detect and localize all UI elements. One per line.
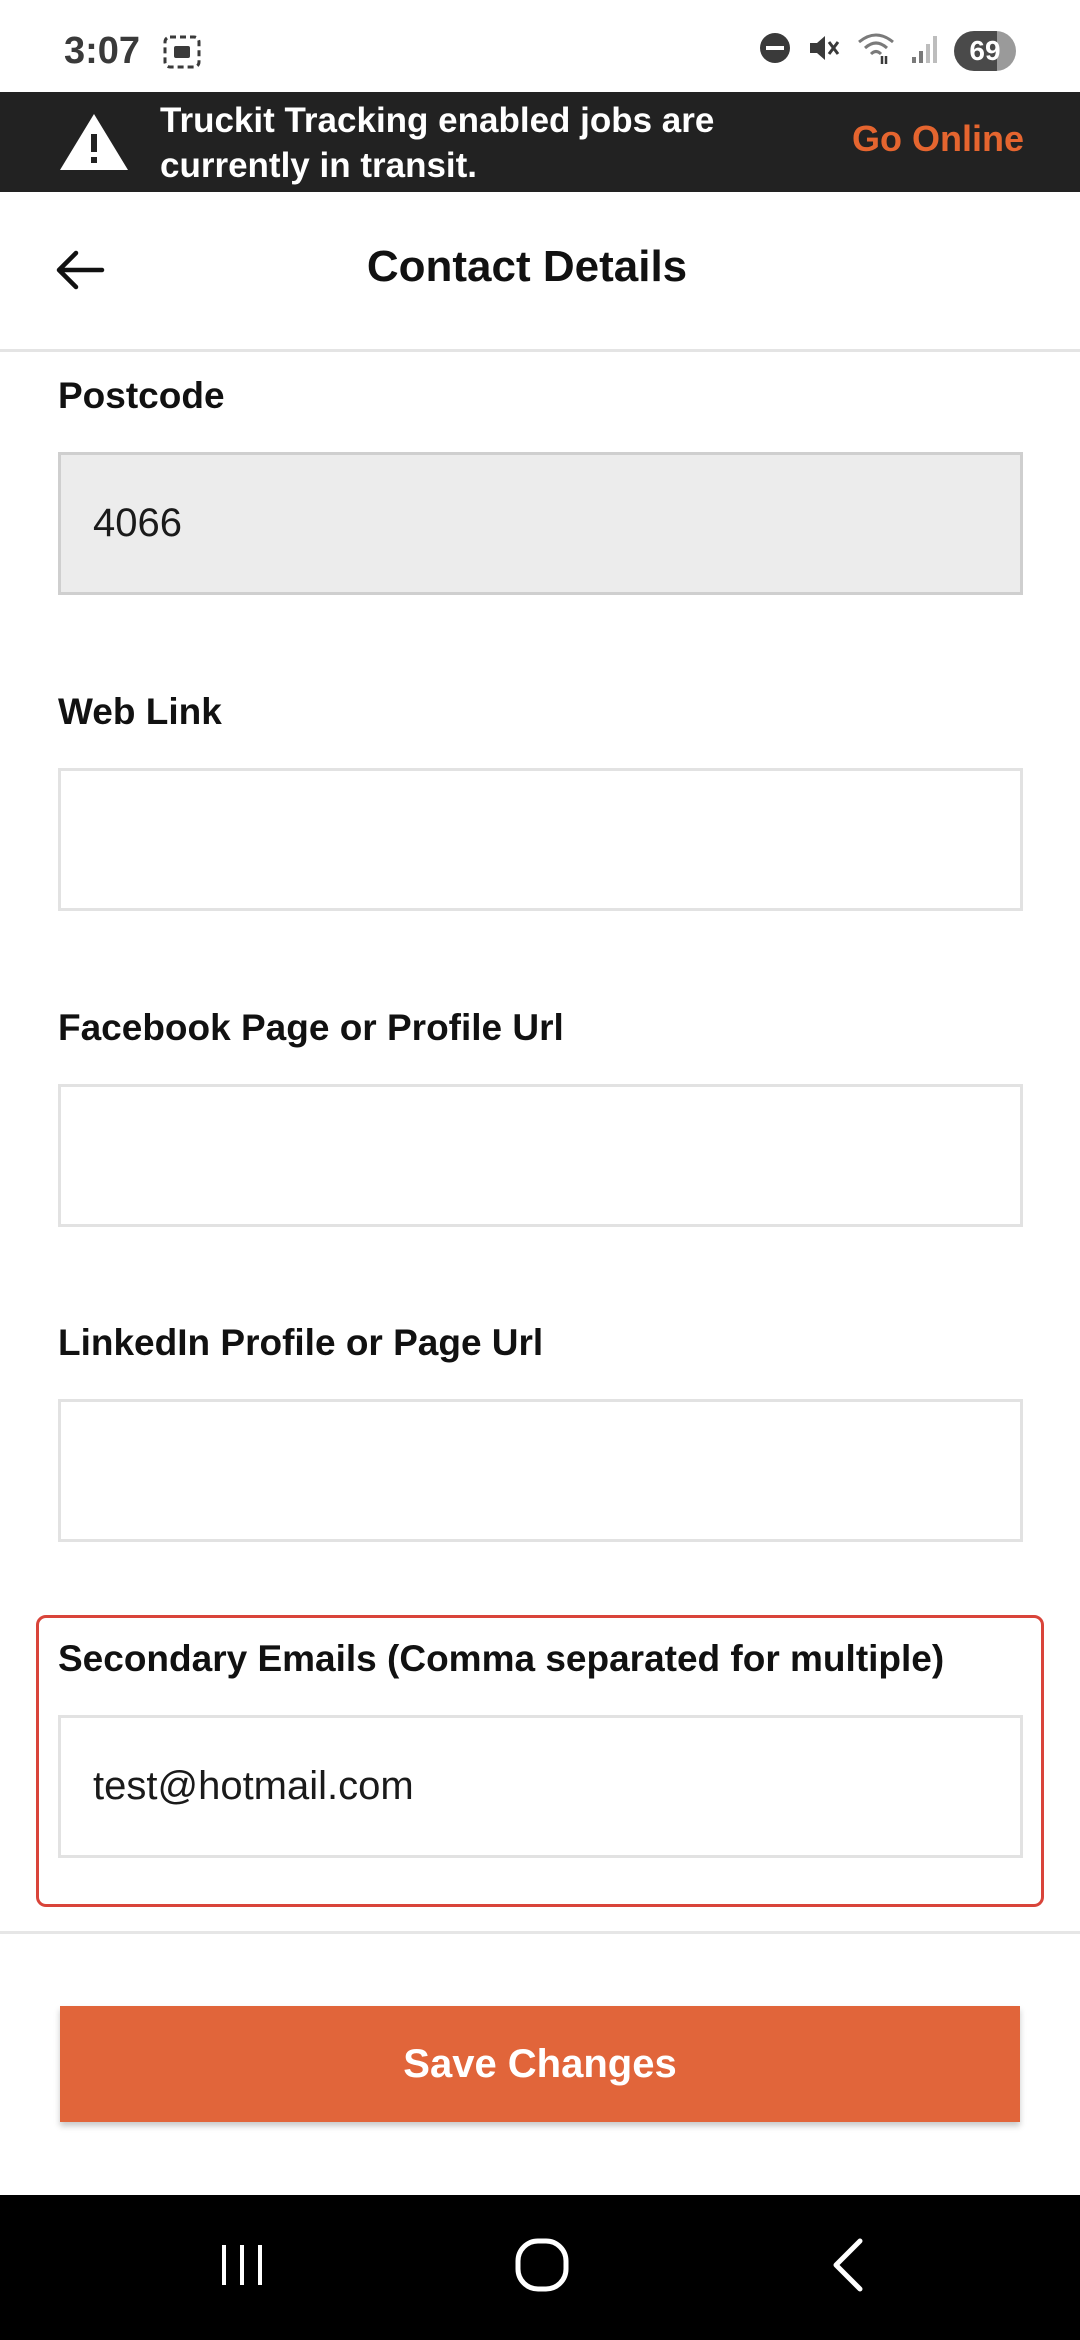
- postcode-label: Postcode: [58, 375, 225, 416]
- web-link-label: Web Link: [58, 691, 222, 732]
- web-link-field[interactable]: [58, 768, 1023, 911]
- home-icon[interactable]: [510, 2235, 574, 2300]
- facebook-url-field[interactable]: [58, 1084, 1023, 1227]
- linkedin-url-field[interactable]: [58, 1399, 1023, 1542]
- page-title: Contact Details: [366, 242, 688, 291]
- go-online-button[interactable]: Go Online: [852, 118, 1024, 160]
- secondary-emails-label: Secondary Emails (Comma separated for mu…: [58, 1638, 945, 1679]
- system-nav-bar: [0, 2195, 1080, 2340]
- save-changes-button[interactable]: Save Changes: [60, 2006, 1020, 2122]
- facebook-url-label: Facebook Page or Profile Url: [58, 1007, 564, 1048]
- status-icons: 69: [758, 30, 1016, 71]
- signal-icon: [910, 31, 940, 70]
- banner-message: Truckit Tracking enabled jobs are curren…: [160, 101, 715, 185]
- battery-indicator: 69: [954, 30, 1016, 71]
- footer-divider: [0, 1931, 1080, 1934]
- back-icon[interactable]: [820, 2235, 880, 2300]
- status-time: 3:07: [64, 30, 141, 72]
- wifi-icon: [856, 30, 896, 71]
- app-header: Contact Details: [0, 192, 1080, 352]
- postcode-field: [58, 452, 1023, 595]
- status-bar: 3:07 69: [0, 0, 1080, 92]
- mute-icon: [806, 30, 842, 71]
- linkedin-url-label: LinkedIn Profile or Page Url: [58, 1322, 544, 1363]
- tracking-banner: Truckit Tracking enabled jobs are curren…: [0, 92, 1080, 192]
- warning-icon: [58, 110, 130, 179]
- screenshot-icon: [162, 32, 202, 77]
- recent-apps-icon[interactable]: [212, 2235, 272, 2300]
- secondary-emails-field[interactable]: [58, 1715, 1023, 1858]
- dnd-icon: [758, 31, 792, 70]
